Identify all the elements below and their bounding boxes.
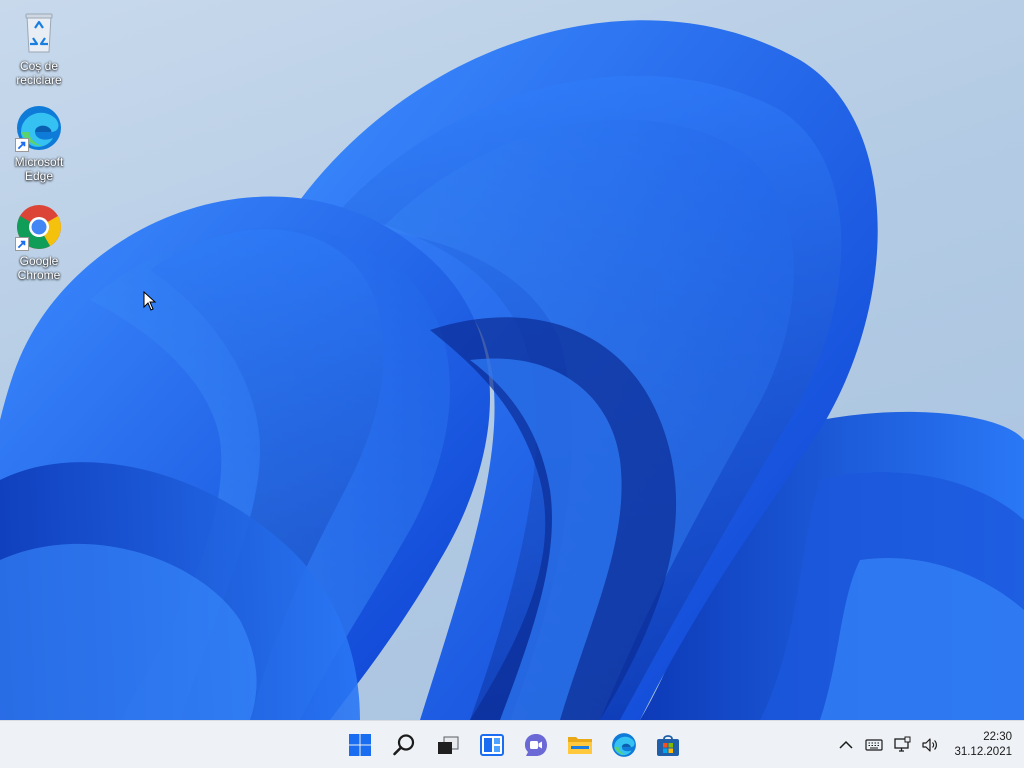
teams-chat-icon	[525, 733, 547, 756]
widgets-icon	[480, 733, 504, 756]
network-button[interactable]	[888, 729, 916, 761]
taskbar-apps	[338, 721, 690, 768]
mouse-cursor-icon	[143, 291, 157, 311]
search-button[interactable]	[382, 725, 426, 765]
edge-taskbar-button[interactable]	[602, 725, 646, 765]
desktop-icon-label: Coș de reciclare	[16, 59, 62, 87]
file-explorer-button[interactable]	[558, 725, 602, 765]
shortcut-arrow-icon	[15, 138, 29, 152]
volume-icon	[922, 737, 938, 752]
chrome-icon	[15, 203, 63, 251]
shortcut-arrow-icon	[15, 237, 29, 251]
bloom-wallpaper	[0, 20, 1024, 720]
widgets-button[interactable]	[470, 725, 514, 765]
desktop[interactable]: Coș de reciclare Microsoft Edge Google C…	[0, 0, 1024, 720]
network-icon	[894, 736, 911, 752]
clock-button[interactable]: 22:30 31.12.2021	[950, 730, 1016, 760]
system-tray: 22:30 31.12.2021	[832, 721, 1016, 768]
windows-logo-icon	[349, 733, 371, 756]
desktop-icon-chrome[interactable]: Google Chrome	[4, 203, 74, 282]
edge-icon	[612, 732, 636, 757]
edge-icon	[15, 104, 63, 152]
chat-button[interactable]	[514, 725, 558, 765]
store-button[interactable]	[646, 725, 690, 765]
search-icon	[393, 733, 415, 755]
show-hidden-icons-button[interactable]	[832, 729, 860, 761]
desktop-icon-recycle-bin[interactable]: Coș de reciclare	[4, 8, 74, 87]
recycle-bin-icon	[15, 8, 63, 56]
task-view-button[interactable]	[426, 725, 470, 765]
task-view-icon	[438, 736, 459, 754]
taskbar: 22:30 31.12.2021	[0, 720, 1024, 768]
desktop-icon-edge[interactable]: Microsoft Edge	[4, 104, 74, 183]
input-indicator-button[interactable]	[860, 729, 888, 761]
clock-time: 22:30	[983, 730, 1012, 743]
clock-date: 31.12.2021	[954, 745, 1012, 758]
store-icon	[657, 734, 679, 756]
keyboard-icon	[865, 738, 884, 751]
folder-icon	[568, 736, 592, 754]
start-button[interactable]	[338, 725, 382, 765]
chevron-up-icon	[839, 740, 853, 749]
volume-button[interactable]	[916, 729, 944, 761]
